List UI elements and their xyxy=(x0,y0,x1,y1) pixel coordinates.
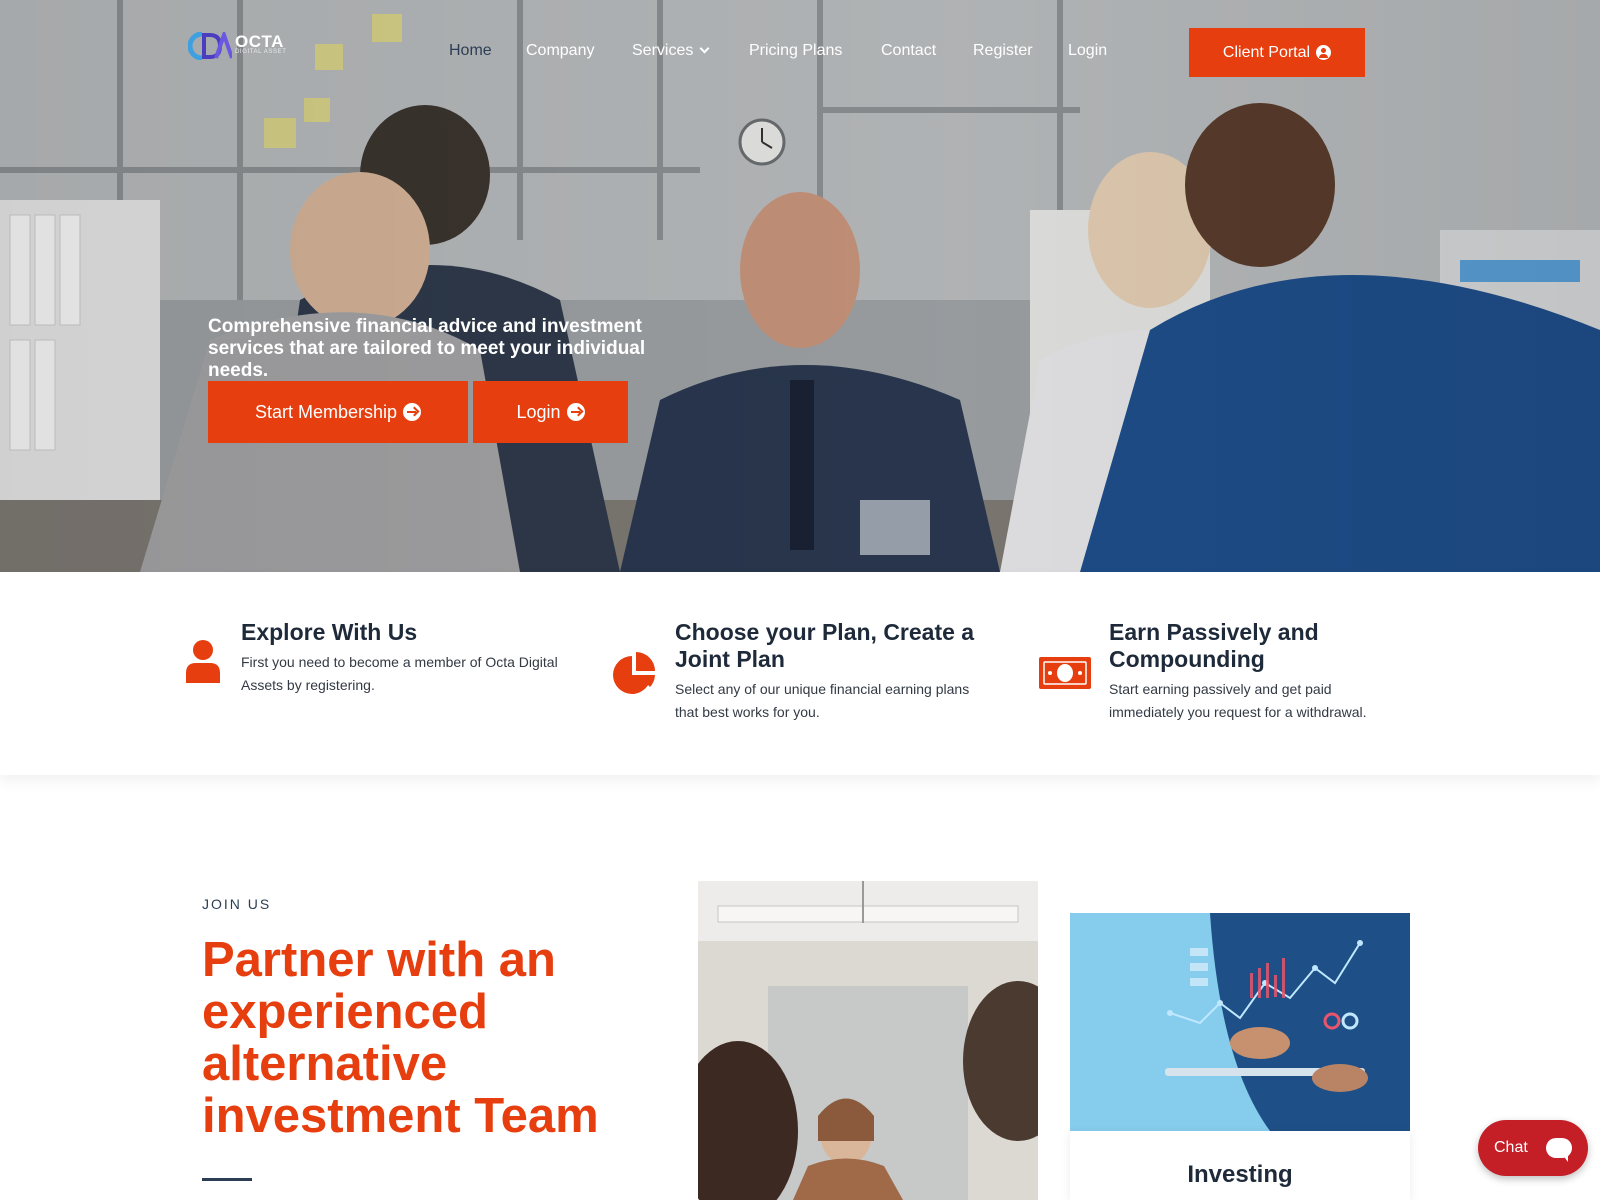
investing-card[interactable]: Investing xyxy=(1070,1131,1410,1200)
team-meeting-photo xyxy=(698,881,1038,1200)
nav-contact[interactable]: Contact xyxy=(881,42,936,60)
user-circle-icon xyxy=(1316,45,1332,60)
hero-login-button[interactable]: Login xyxy=(473,381,628,443)
arrow-circle-right-icon xyxy=(566,403,585,421)
nav-home[interactable]: Home xyxy=(449,42,492,60)
hero-tagline: Comprehensive financial advice and inves… xyxy=(208,316,646,381)
chat-widget-button[interactable]: Chat xyxy=(1478,1120,1588,1176)
chevron-down-icon xyxy=(699,43,710,54)
pie-chart-icon xyxy=(613,652,655,694)
hero-section xyxy=(0,0,1600,572)
hero-login-label: Login xyxy=(516,401,561,422)
client-portal-label: Client Portal xyxy=(1222,43,1311,61)
octa-logo-icon xyxy=(188,32,232,60)
nav-services[interactable]: Services xyxy=(632,42,710,60)
nav-services-label: Services xyxy=(632,42,694,59)
title-divider xyxy=(202,1178,252,1181)
feature-title: Choose your Plan, Create a Joint Plan xyxy=(675,619,975,672)
section-title: Partner with an experienced alternative … xyxy=(202,933,599,1143)
nav-login[interactable]: Login xyxy=(1068,42,1107,60)
section-eyebrow: JOIN US xyxy=(202,896,272,912)
nav-company[interactable]: Company xyxy=(526,42,594,60)
investing-image xyxy=(1070,913,1410,1131)
feature-text: First you need to become a member of Oct… xyxy=(241,654,558,693)
money-bill-icon xyxy=(1039,657,1091,689)
client-portal-button[interactable]: Client Portal xyxy=(1189,28,1365,77)
user-icon xyxy=(186,640,220,683)
feature-title: Explore With Us xyxy=(241,619,418,645)
card-title: Investing xyxy=(1187,1161,1293,1188)
chat-label: Chat xyxy=(1494,1139,1528,1156)
features-strip: Explore With Us First you need to become… xyxy=(0,572,1600,775)
nav-pricing-plans[interactable]: Pricing Plans xyxy=(749,42,842,60)
nav-register[interactable]: Register xyxy=(973,42,1033,60)
feature-text: Start earning passively and get paid imm… xyxy=(1109,681,1367,720)
start-membership-label: Start Membership xyxy=(254,401,398,422)
feature-title: Earn Passively and Compounding xyxy=(1109,619,1319,672)
start-membership-button[interactable]: Start Membership xyxy=(208,381,468,443)
chat-bubble-icon xyxy=(1536,1126,1582,1172)
logo-tagline: DIGITAL ASSET xyxy=(235,49,287,55)
investing-photo xyxy=(1070,913,1410,1131)
feature-text: Select any of our unique financial earni… xyxy=(675,681,970,720)
arrow-circle-right-icon xyxy=(403,403,422,421)
octa-logo[interactable]: OCTA DIGITAL ASSET xyxy=(188,32,288,62)
team-meeting-image xyxy=(698,881,1038,1200)
